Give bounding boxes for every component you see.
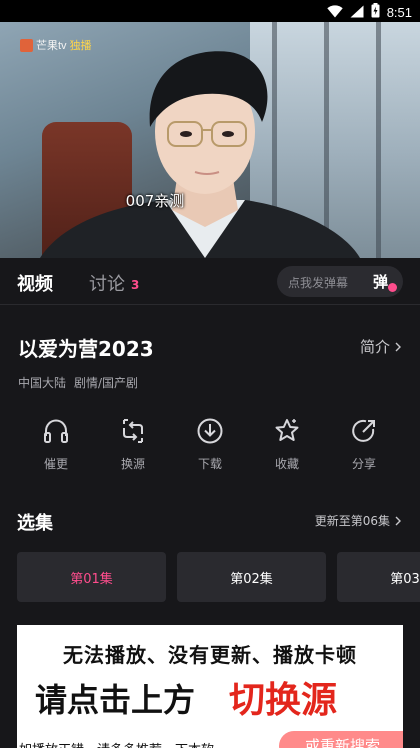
episodes-update-label: 更新至第06集 [314, 514, 390, 528]
banner-highlight: 切换源 [229, 680, 338, 721]
channel-logo: 芒果tv 独播 [20, 37, 92, 53]
video-frame-person [40, 51, 360, 258]
mango-logo-icon [20, 38, 33, 52]
banner-line3: 如播放正错，请多多推荐一下本软 [19, 739, 214, 748]
episode-item[interactable]: 第03集 [337, 552, 420, 602]
drama-title: 以爱为营2023 [18, 337, 154, 361]
video-subtitle: 007亲测 [125, 192, 185, 210]
chevron-right-icon [395, 342, 401, 351]
switch-source-icon [123, 419, 143, 443]
star-icon [275, 419, 299, 441]
notice-banner[interactable]: 无法播放、没有更新、播放卡顿 请点击上方 切换源 如播放正错，请多多推荐一下本软… [17, 625, 403, 748]
switch-source-button[interactable]: 换源 [103, 416, 163, 472]
episode-item[interactable]: 第01集 [17, 552, 166, 602]
battery-icon [371, 3, 380, 22]
wifi-icon [326, 3, 343, 22]
action-row: 催更 换源 下载 收藏 分享 [0, 416, 420, 480]
banner-search-button[interactable]: 或重新搜索 [279, 731, 403, 748]
share-icon [352, 419, 375, 442]
drama-region: 中国大陆 [18, 376, 67, 390]
banner-line2: 请点击上方 [35, 681, 196, 719]
video-player[interactable]: 芒果tv 独播 007亲测 [0, 22, 420, 258]
tab-bar: 视频 讨论 3 点我发弹幕 弹 [0, 258, 420, 305]
danmu-toggle-button[interactable]: 弹 [373, 271, 397, 293]
download-icon [197, 418, 223, 444]
episode-list: 第01集 第02集 第03集 [17, 552, 420, 602]
intro-label: 简介 [359, 338, 390, 356]
drama-genre: 剧情/国产剧 [74, 376, 139, 390]
danmu-input[interactable]: 点我发弹幕 弹 [277, 266, 403, 297]
intro-button[interactable]: 简介 [360, 336, 402, 357]
tab-video[interactable]: 视频 [17, 270, 53, 296]
danmu-icon: 弹 [373, 273, 389, 291]
chevron-right-icon [395, 516, 401, 525]
episode-item[interactable]: 第02集 [177, 552, 326, 602]
share-button[interactable]: 分享 [334, 416, 394, 472]
discuss-count-badge: 3 [131, 278, 140, 292]
favorite-button[interactable]: 收藏 [257, 416, 317, 472]
episodes-title: 选集 [17, 513, 53, 534]
drama-meta: 中国大陆 剧情/国产剧 [18, 374, 138, 391]
banner-line1: 无法播放、没有更新、播放卡顿 [63, 643, 357, 667]
signal-icon [350, 3, 364, 22]
status-bar: 8:51 [0, 0, 420, 22]
danmu-on-dot [388, 283, 397, 292]
episodes-update-button[interactable]: 更新至第06集 [315, 512, 402, 529]
urge-update-button[interactable]: 催更 [26, 416, 86, 472]
headphones-icon [44, 419, 68, 443]
status-time: 8:51 [386, 5, 412, 20]
download-button[interactable]: 下载 [180, 416, 240, 472]
tab-discuss[interactable]: 讨论 [89, 270, 125, 296]
danmu-placeholder: 点我发弹幕 [288, 276, 349, 290]
